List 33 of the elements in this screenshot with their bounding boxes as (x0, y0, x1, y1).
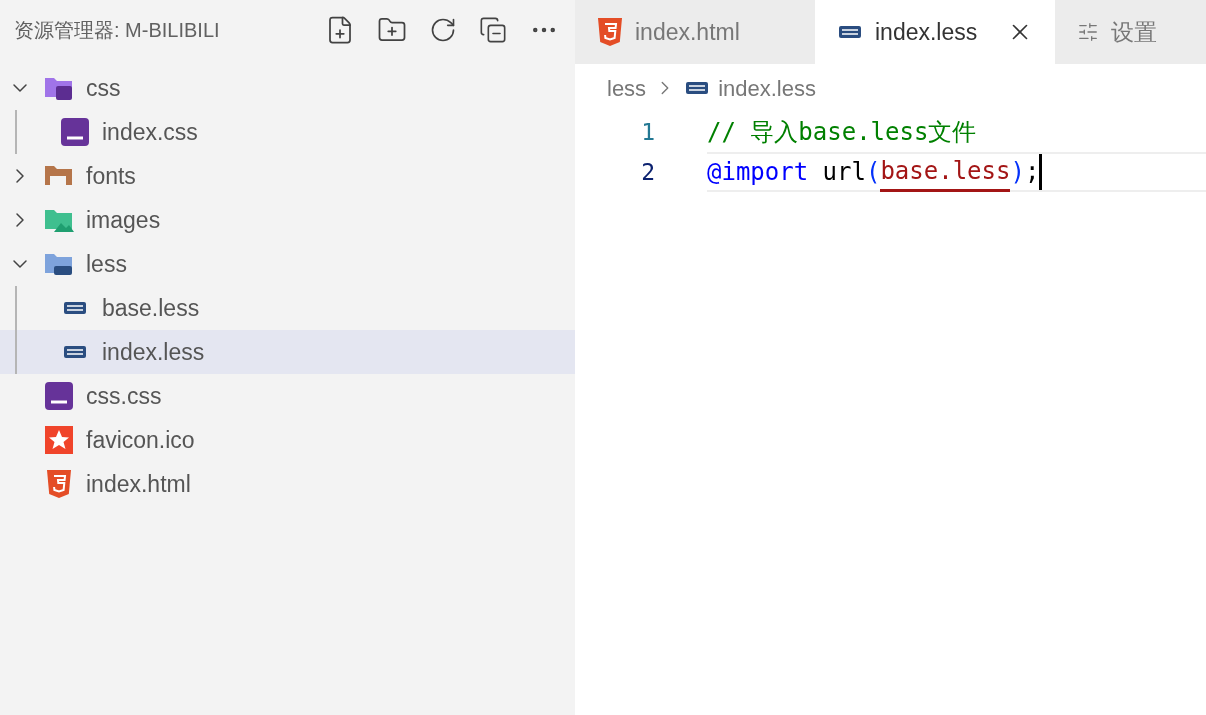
file-tree-item[interactable]: index.less (0, 330, 575, 374)
text-cursor (1039, 154, 1043, 190)
sliders-icon (1077, 21, 1099, 43)
editor-tab[interactable]: index.html (575, 0, 815, 64)
line-number: 1 (640, 117, 656, 147)
file-tree-item[interactable]: index.css (0, 110, 575, 154)
folder-tree-item[interactable]: fonts (0, 154, 575, 198)
editor-tab[interactable]: index.less (815, 0, 1055, 64)
line-number: 2 (640, 157, 656, 187)
css-file-icon (45, 382, 73, 410)
file-tree-item[interactable]: index.html (0, 462, 575, 506)
folder-tree-item[interactable]: images (0, 198, 575, 242)
refresh-icon[interactable] (429, 16, 457, 44)
html5-file-icon (46, 470, 72, 498)
file-tree-item[interactable]: css.css (0, 374, 575, 418)
html5-file-icon (597, 18, 623, 46)
breadcrumb-folder[interactable]: less (607, 71, 647, 105)
less-file-icon (62, 345, 88, 359)
star-file-icon (45, 426, 73, 454)
folder-tree-item[interactable]: css (0, 66, 575, 110)
file-tree-item[interactable]: favicon.ico (0, 418, 575, 462)
less-file-icon (837, 25, 863, 39)
code-line: @import url(base.less); (707, 152, 1206, 192)
code-line: // 导入base.less文件 (707, 117, 978, 148)
less-file-icon (62, 301, 88, 315)
css-file-icon (61, 118, 89, 146)
editor-tab[interactable]: 设置 (1055, 0, 1206, 64)
less-file-icon (684, 81, 711, 95)
collapse-icon[interactable] (479, 16, 507, 44)
folder-tree-item[interactable]: less (0, 242, 575, 286)
explorer-title: 资源管理器: M-BILIBILI (14, 18, 220, 43)
file-tree-item[interactable]: base.less (0, 286, 575, 330)
breadcrumb-file[interactable]: index.less (718, 71, 816, 105)
